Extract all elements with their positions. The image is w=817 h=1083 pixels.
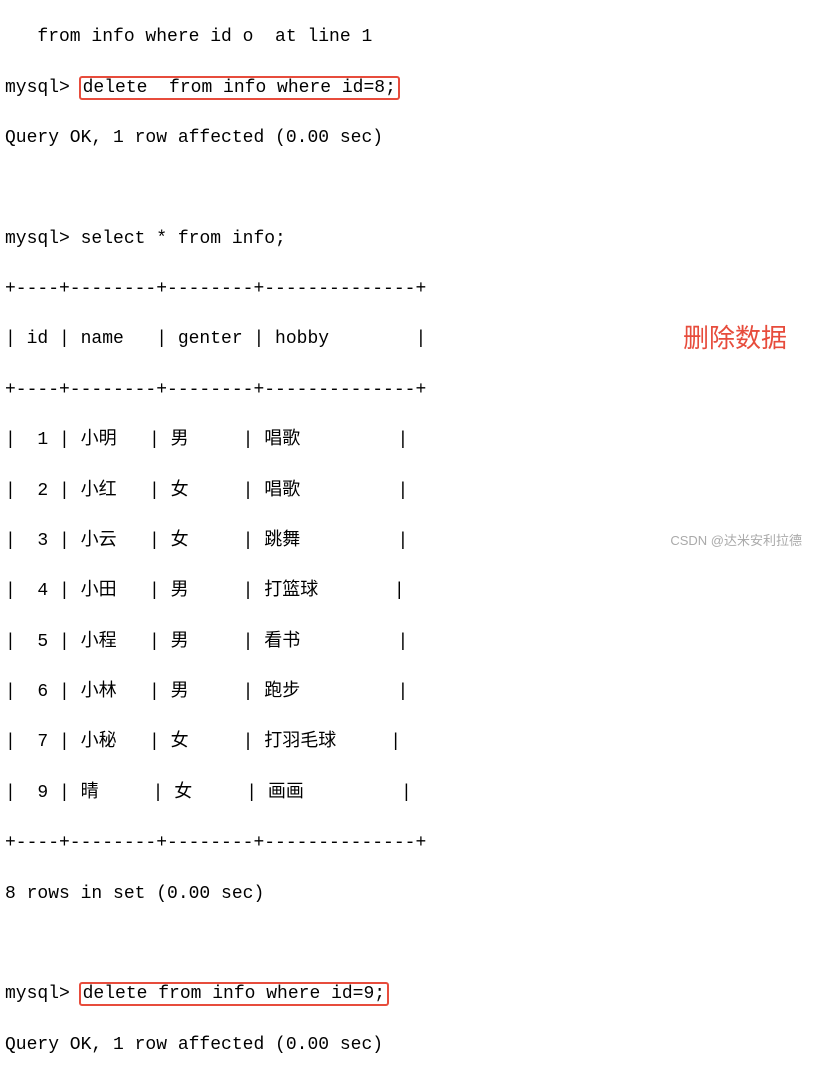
table-row: | 2 | 小红 | 女 | 唱歌 | <box>5 479 812 504</box>
select-command[interactable]: select * from info; <box>81 229 286 249</box>
table-row: | 9 | 晴 | 女 | 画画 | <box>5 781 812 806</box>
delete-command-2[interactable]: delete from info where id=9; <box>79 982 389 1006</box>
blank-line <box>5 932 812 957</box>
mysql-prompt: mysql> <box>5 78 70 98</box>
table-border-bot: +----+--------+--------+--------------+ <box>5 831 812 856</box>
prompt-line-2: mysql> select * from info; <box>5 227 812 252</box>
table-border-top: +----+--------+--------+--------------+ <box>5 277 812 302</box>
table-row: | 5 | 小程 | 男 | 看书 | <box>5 630 812 655</box>
annotation-label: 删除数据 <box>683 320 787 356</box>
partial-prev-line: from info where id o at line 1 <box>5 25 812 50</box>
delete-command-1[interactable]: delete from info where id=8; <box>79 76 400 100</box>
table-row: | 7 | 小秘 | 女 | 打羽毛球 | <box>5 730 812 755</box>
table-row: | 1 | 小明 | 男 | 唱歌 | <box>5 428 812 453</box>
prompt-line-3: mysql> delete from info where id=9; <box>5 982 812 1007</box>
prompt-line-1: mysql> delete from info where id=8; <box>5 76 812 101</box>
rows-summary: 8 rows in set (0.00 sec) <box>5 882 812 907</box>
blank-line <box>5 176 812 201</box>
mysql-prompt: mysql> <box>5 984 70 1004</box>
table-row: | 4 | 小田 | 男 | 打篮球 | <box>5 579 812 604</box>
query-result-1: Query OK, 1 row affected (0.00 sec) <box>5 126 812 151</box>
table-row: | 6 | 小林 | 男 | 跑步 | <box>5 680 812 705</box>
table-border-mid: +----+--------+--------+--------------+ <box>5 378 812 403</box>
watermark-text: CSDN @达米安利拉德 <box>670 532 802 550</box>
query-result-2: Query OK, 1 row affected (0.00 sec) <box>5 1033 812 1058</box>
mysql-prompt: mysql> <box>5 229 70 249</box>
